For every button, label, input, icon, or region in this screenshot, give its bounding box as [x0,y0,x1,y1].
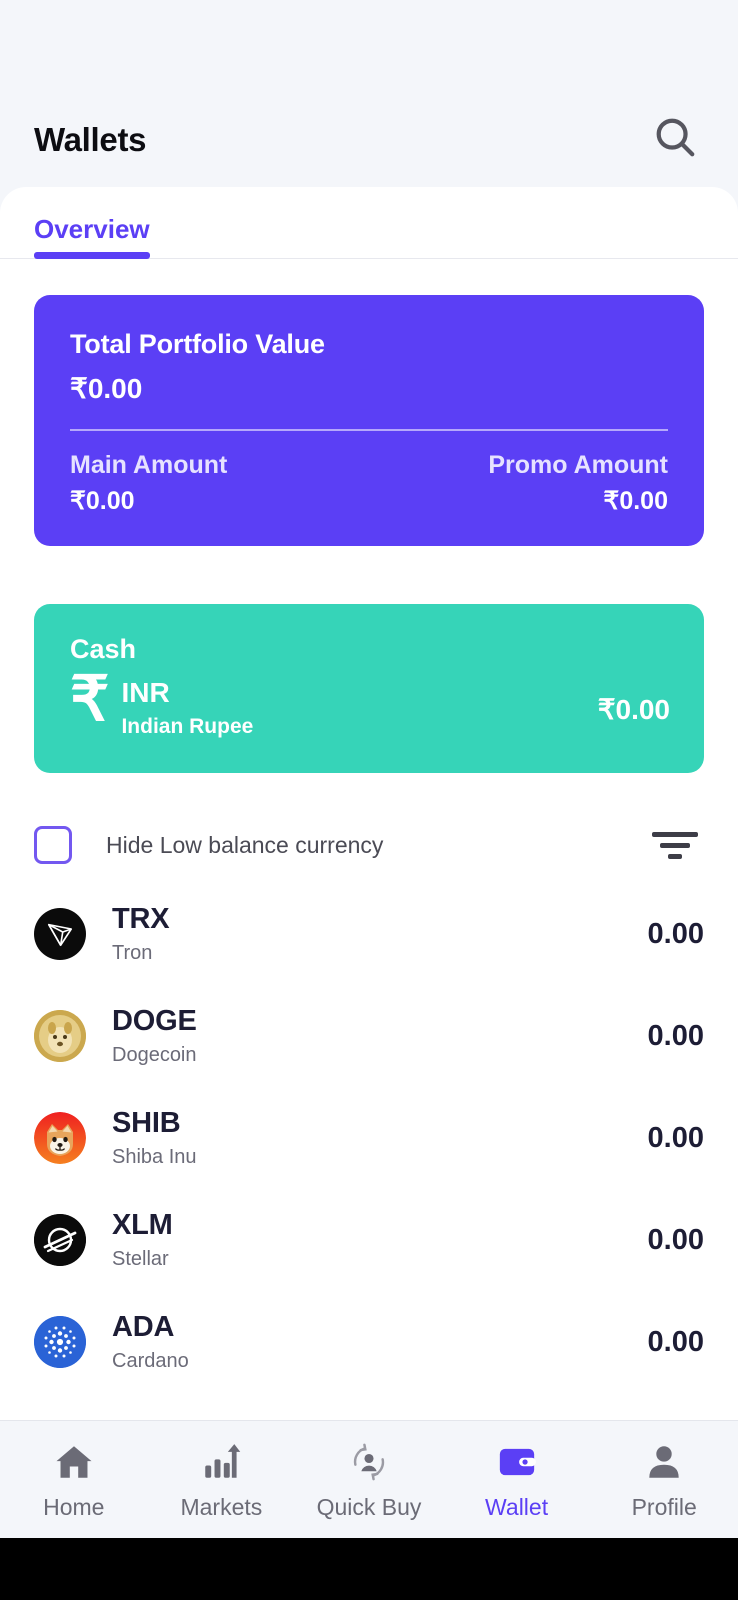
coin-code: XLM [112,1209,173,1241]
cash-currency-row: ₹ INR Indian Rupee ₹0.00 [70,665,670,739]
dogecoin-icon [34,1010,86,1062]
coin-name: Dogecoin [112,1044,197,1066]
person-icon [643,1439,685,1485]
cash-currency-code: INR [121,677,170,708]
filter-button[interactable] [646,825,704,865]
content-sheet: Overview Total Portfolio Value ₹0.00 Mai… [0,187,738,1420]
nav-label: Markets [180,1493,263,1520]
cash-title: Cash [70,634,137,664]
coin-identity: XLM Stellar [34,1209,173,1271]
tron-icon [34,908,86,960]
promo-amount-value: ₹0.00 [603,487,668,515]
hide-low-balance-label: Hide Low balance currency [106,831,384,858]
table-row[interactable]: XLM Stellar 0.00 [34,1189,704,1291]
bottom-navigation: Home Markets Quick Buy Wallet Profile [0,1420,738,1538]
wallet-screen: Wallets Overview Total Portfolio Value ₹… [0,0,738,1600]
filter-icon-bar-3 [668,853,682,859]
swap-user-icon [348,1439,390,1485]
status-bar [0,0,738,92]
cash-amount: ₹0.00 [597,694,670,725]
portfolio-card[interactable]: Total Portfolio Value ₹0.00 Main Amount … [34,295,704,546]
table-row[interactable]: DOGE Dogecoin 0.00 [34,985,704,1087]
chart-up-icon [200,1439,242,1485]
main-amount-value: ₹0.00 [70,487,135,515]
filter-icon-bar-2 [660,842,690,848]
tab-overview[interactable]: Overview [34,214,150,259]
nav-label: Profile [631,1493,697,1520]
nav-item-quick-buy[interactable]: Quick Buy [295,1439,443,1521]
hide-low-balance-checkbox[interactable] [34,826,72,864]
gesture-bar [0,1538,738,1600]
coin-text: DOGE Dogecoin [112,1005,197,1067]
cardano-icon [34,1316,86,1368]
tab-overview-label: Overview [34,214,150,244]
app-header: Wallets [0,92,738,187]
wallet-icon [496,1439,538,1485]
promo-amount-label: Promo Amount [488,451,668,479]
search-icon [652,114,698,165]
tab-bar: Overview [0,187,738,259]
portfolio-title: Total Portfolio Value [70,329,325,359]
coin-text: SHIB Shiba Inu [112,1107,197,1169]
coin-balance: 0.00 [647,1019,704,1052]
coin-name: Tron [112,942,153,964]
coin-identity: SHIB Shiba Inu [34,1107,197,1169]
table-row[interactable]: SHIB Shiba Inu 0.00 [34,1087,704,1189]
main-amount-label: Main Amount [70,451,228,479]
portfolio-value: ₹0.00 [70,373,143,404]
coin-identity: ADA Cardano [34,1311,189,1373]
table-row[interactable]: TRX Tron 0.00 [34,883,704,985]
coin-balance: 0.00 [647,1325,704,1358]
portfolio-amounts-row: Main Amount ₹0.00 Promo Amount ₹0.00 [70,451,668,516]
nav-item-markets[interactable]: Markets [148,1439,296,1521]
coin-balance: 0.00 [647,1223,704,1256]
nav-item-wallet[interactable]: Wallet [443,1439,591,1521]
stellar-icon [34,1214,86,1266]
tab-active-indicator [34,252,150,259]
home-icon [53,1439,95,1485]
nav-label: Wallet [485,1493,549,1520]
coin-identity: DOGE Dogecoin [34,1005,197,1067]
shiba-icon [34,1112,86,1164]
filter-row: Hide Low balance currency [34,825,704,865]
main-amount-block: Main Amount ₹0.00 [70,451,227,516]
promo-amount-block: Promo Amount ₹0.00 [488,451,668,516]
coin-identity: TRX Tron [34,903,170,965]
nav-item-profile[interactable]: Profile [590,1439,738,1521]
page-title: Wallets [34,120,147,158]
cash-currency-left: ₹ INR Indian Rupee [70,665,253,739]
coin-code: TRX [112,903,170,935]
coin-name: Cardano [112,1350,189,1372]
coin-code: ADA [112,1311,175,1343]
coin-code: DOGE [112,1005,197,1037]
coin-name: Shiba Inu [112,1146,197,1168]
portfolio-divider [70,429,668,431]
nav-label: Quick Buy [316,1493,422,1520]
coin-text: TRX Tron [112,903,170,965]
coin-text: XLM Stellar [112,1209,173,1271]
scroll-area[interactable]: Total Portfolio Value ₹0.00 Main Amount … [0,259,738,1420]
table-row[interactable]: ADA Cardano 0.00 [34,1291,704,1393]
coin-balance: 0.00 [647,917,704,950]
coin-text: ADA Cardano [112,1311,189,1373]
search-button[interactable] [646,111,704,169]
cash-currency-name: Indian Rupee [121,715,254,738]
filter-icon-bar-1 [652,831,698,837]
rupee-icon: ₹ [70,665,110,734]
nav-item-home[interactable]: Home [0,1439,148,1521]
cash-currency-names: INR Indian Rupee [121,671,253,739]
nav-label: Home [43,1493,105,1520]
coin-name: Stellar [112,1248,169,1270]
coin-balance: 0.00 [647,1121,704,1154]
coin-list: TRX Tron 0.00 DOGE Dogecoin 0.00 SHIB Sh… [34,883,704,1393]
cash-card[interactable]: Cash ₹ INR Indian Rupee ₹0.00 [34,604,704,773]
hide-low-balance-control[interactable]: Hide Low balance currency [34,826,383,864]
coin-code: SHIB [112,1107,181,1139]
